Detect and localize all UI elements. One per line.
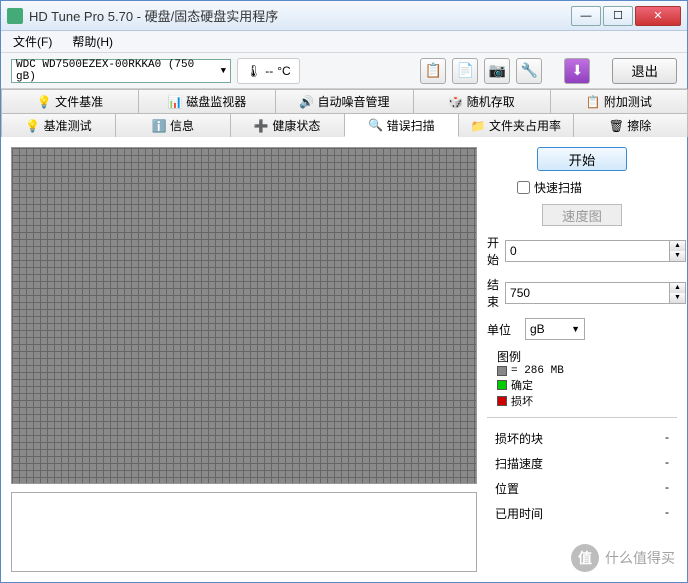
legend-bad-icon: [497, 396, 507, 406]
tab-aam[interactable]: 🔊自动噪音管理: [275, 89, 413, 113]
clipboard-icon: 📋: [586, 95, 600, 109]
start-button[interactable]: 开始: [537, 147, 627, 171]
tab-info[interactable]: ℹ️信息: [115, 113, 230, 137]
tab-benchmark[interactable]: 💡基准测试: [1, 113, 116, 137]
spin-down-icon[interactable]: ▼: [669, 293, 685, 303]
folder-icon: 📁: [471, 119, 485, 133]
tab-random-access[interactable]: 🎲随机存取: [413, 89, 551, 113]
minimize-button[interactable]: —: [571, 6, 601, 26]
tab-erase[interactable]: 🗑擦除: [573, 113, 688, 137]
wrench-icon: 🔧: [521, 62, 538, 79]
end-input[interactable]: ▲▼: [505, 282, 686, 304]
trash-icon: 🗑: [609, 119, 623, 133]
titlebar: HD Tune Pro 5.70 - 硬盘/固态硬盘实用程序 — ☐ ✕: [1, 1, 687, 31]
magnifier-icon: 🔍: [369, 118, 383, 132]
dice-icon: 🎲: [449, 95, 463, 109]
dropdown-arrow-icon: ▼: [571, 324, 580, 334]
screenshot-button[interactable]: 📷: [484, 58, 510, 84]
stat-position-value: -: [665, 480, 669, 497]
exit-button[interactable]: 退出: [612, 58, 677, 84]
quick-scan-label: 快速扫描: [534, 179, 582, 196]
tabs-row-1: 💡文件基准 📊磁盘监视器 🔊自动噪音管理 🎲随机存取 📋附加测试: [1, 89, 687, 113]
spin-down-icon[interactable]: ▼: [669, 251, 685, 261]
start-label: 开始: [487, 234, 499, 268]
log-box: [11, 492, 477, 572]
plus-icon: ➕: [254, 119, 268, 133]
stat-elapsed-value: -: [665, 505, 669, 522]
speaker-icon: 🔊: [300, 95, 314, 109]
tab-disk-monitor[interactable]: 📊磁盘监视器: [138, 89, 276, 113]
info-icon: ℹ️: [152, 119, 166, 133]
tab-folder-usage[interactable]: 📁文件夹占用率: [458, 113, 573, 137]
start-value[interactable]: [506, 244, 669, 258]
temp-value: --: [265, 64, 273, 78]
menu-file[interactable]: 文件(F): [7, 31, 58, 52]
tab-extra-tests[interactable]: 📋附加测试: [550, 89, 688, 113]
scan-grid: [11, 147, 477, 484]
unit-select[interactable]: gB ▼: [525, 318, 585, 340]
legend-block-icon: [497, 366, 507, 376]
camera-icon: 📷: [489, 62, 506, 79]
bulb-icon: 💡: [37, 95, 51, 109]
window-title: HD Tune Pro 5.70 - 硬盘/固态硬盘实用程序: [29, 6, 571, 25]
menu-help[interactable]: 帮助(H): [66, 31, 119, 52]
copy-info-button[interactable]: 📄: [452, 58, 478, 84]
close-button[interactable]: ✕: [635, 6, 681, 26]
unit-value: gB: [530, 322, 545, 336]
stat-damaged-value: -: [665, 430, 669, 447]
end-label: 结束: [487, 276, 499, 310]
spin-up-icon[interactable]: ▲: [669, 283, 685, 293]
drive-select[interactable]: WDC WD7500EZEX-00RKKA0 (750 gB) ▼: [11, 59, 231, 83]
legend-title: 图例: [497, 348, 677, 365]
legend-ok: 确定: [511, 377, 533, 393]
stat-elapsed-label: 已用时间: [495, 505, 543, 522]
stat-speed-value: -: [665, 455, 669, 472]
start-input[interactable]: ▲▼: [505, 240, 686, 262]
download-icon: ⬇: [571, 62, 583, 79]
spin-up-icon[interactable]: ▲: [669, 241, 685, 251]
chart-icon: 📊: [168, 95, 182, 109]
tab-error-scan[interactable]: 🔍错误扫描: [344, 113, 459, 137]
speed-map-button: 速度图: [542, 204, 622, 226]
maximize-button[interactable]: ☐: [603, 6, 633, 26]
quick-scan-checkbox[interactable]: [517, 181, 530, 194]
copy-text-icon: 📄: [457, 62, 474, 79]
temperature-display: 🌡 -- °C: [237, 58, 300, 84]
stat-speed-label: 扫描速度: [495, 455, 543, 472]
stat-damaged-label: 损坏的块: [495, 430, 543, 447]
menubar: 文件(F) 帮助(H): [1, 31, 687, 53]
thermometer-icon: 🌡: [246, 64, 261, 78]
bulb-icon: 💡: [26, 119, 40, 133]
temp-unit: °C: [277, 64, 290, 78]
settings-button[interactable]: 🔧: [516, 58, 542, 84]
tab-health[interactable]: ➕健康状态: [230, 113, 345, 137]
legend-size: = 286 MB: [511, 365, 564, 377]
save-button[interactable]: ⬇: [564, 58, 590, 84]
tabs-row-2: 💡基准测试 ℹ️信息 ➕健康状态 🔍错误扫描 📁文件夹占用率 🗑擦除: [1, 113, 687, 137]
legend-bad: 损坏: [511, 393, 533, 409]
tab-file-benchmark[interactable]: 💡文件基准: [1, 89, 139, 113]
drive-label: WDC WD7500EZEX-00RKKA0 (750 gB): [16, 59, 221, 83]
end-value[interactable]: [506, 286, 669, 300]
legend-ok-icon: [497, 380, 507, 390]
unit-label: 单位: [487, 321, 519, 338]
dropdown-arrow-icon: ▼: [221, 66, 226, 76]
toolbar: WDC WD7500EZEX-00RKKA0 (750 gB) ▼ 🌡 -- °…: [1, 53, 687, 89]
copy-icon: 📋: [425, 62, 442, 79]
copy-button[interactable]: 📋: [420, 58, 446, 84]
app-icon: [7, 8, 23, 24]
stat-position-label: 位置: [495, 480, 519, 497]
